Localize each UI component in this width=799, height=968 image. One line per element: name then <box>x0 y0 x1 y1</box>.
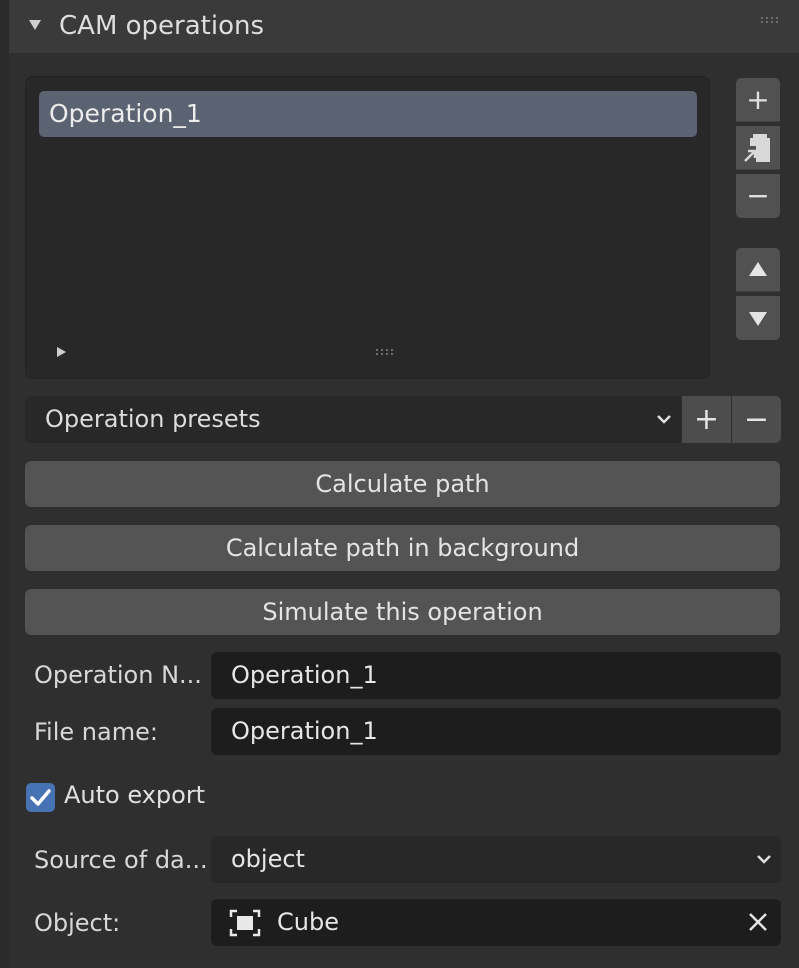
chevron-down-icon <box>657 415 671 424</box>
simulate-operation-button[interactable]: Simulate this operation <box>25 589 780 635</box>
chevron-down-icon <box>757 855 771 864</box>
auto-export-checkbox[interactable] <box>26 783 55 812</box>
triangle-up-icon <box>749 262 767 276</box>
triangle-down-icon <box>749 312 767 326</box>
move-up-button[interactable] <box>736 248 780 292</box>
list-resize-grip-icon[interactable] <box>376 349 394 355</box>
file-name-field[interactable]: Operation_1 <box>211 708 781 755</box>
grip-dots-icon[interactable] <box>761 17 779 23</box>
panel-header[interactable]: CAM operations <box>9 0 799 53</box>
object-value: Cube <box>277 908 339 936</box>
copy-operation-button[interactable] <box>736 126 780 170</box>
remove-operation-label: − <box>746 179 770 212</box>
add-preset-button[interactable]: + <box>682 396 731 443</box>
remove-preset-label: − <box>743 402 770 437</box>
presets-label: Operation presets <box>45 405 261 433</box>
calculate-path-background-button[interactable]: Calculate path in background <box>25 525 780 571</box>
calculate-path-button[interactable]: Calculate path <box>25 461 780 507</box>
collapse-triangle-icon[interactable] <box>29 20 41 30</box>
panel-title: CAM operations <box>59 11 265 41</box>
add-operation-label: + <box>746 83 770 116</box>
operation-name-label: Operation N... <box>34 661 202 689</box>
operation-name-field[interactable]: Operation_1 <box>211 652 781 699</box>
checkmark-icon <box>30 789 51 806</box>
auto-export-label[interactable]: Auto export <box>64 781 205 809</box>
remove-preset-button[interactable]: − <box>732 396 781 443</box>
source-of-data-dropdown[interactable]: object <box>211 836 781 883</box>
clear-icon[interactable] <box>745 909 771 935</box>
remove-operation-button[interactable]: − <box>736 174 780 218</box>
operation-presets-dropdown[interactable]: Operation presets <box>25 396 681 443</box>
add-operation-button[interactable]: + <box>736 78 780 122</box>
mesh-object-icon <box>229 909 261 937</box>
list-filter-expand-icon[interactable] <box>57 347 66 357</box>
move-down-button[interactable] <box>736 296 780 340</box>
source-of-data-value: object <box>231 845 305 873</box>
source-of-data-label: Source of da... <box>34 846 208 874</box>
add-preset-label: + <box>693 402 720 437</box>
list-item[interactable]: Operation_1 <box>39 91 697 137</box>
copy-operation-icon <box>744 134 770 162</box>
operations-list[interactable]: Operation_1 <box>25 76 710 379</box>
object-label: Object: <box>34 909 121 937</box>
file-name-label: File name: <box>34 718 158 746</box>
object-field[interactable]: Cube <box>211 899 781 946</box>
